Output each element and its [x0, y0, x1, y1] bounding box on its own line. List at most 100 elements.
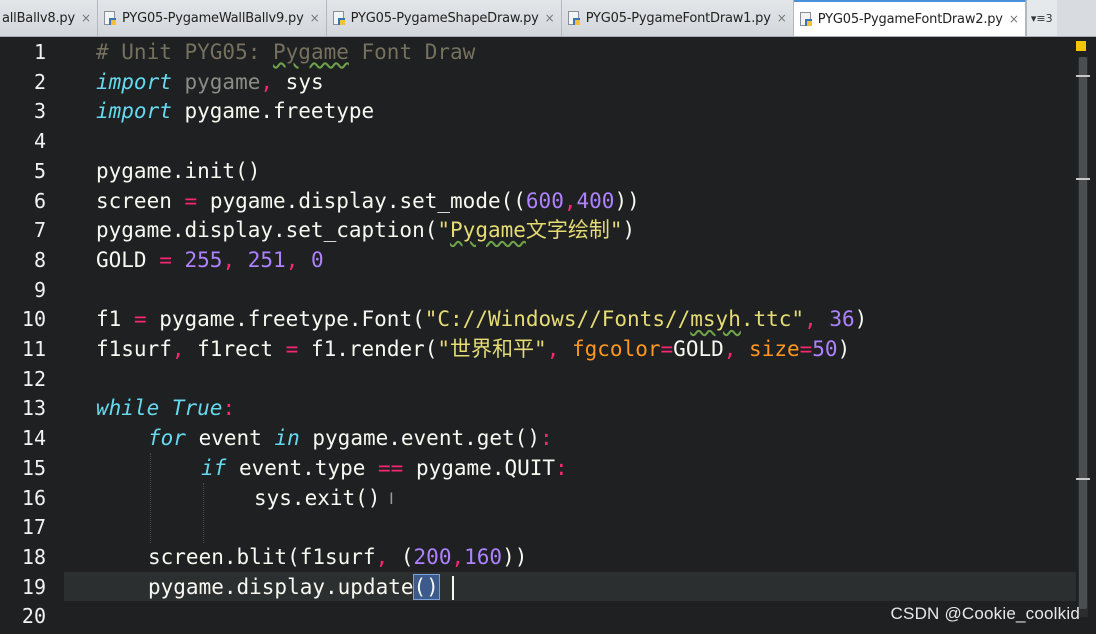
- code-line-2: import pygame, sys: [96, 68, 324, 98]
- punctuation: ,: [375, 544, 389, 569]
- line-number: 8: [33, 247, 46, 272]
- punctuation: :: [222, 396, 236, 421]
- comment: Font Draw: [348, 40, 476, 64]
- code-text: sys.exit(): [254, 485, 381, 510]
- number: 0: [298, 247, 324, 272]
- keyword-argument: fgcolor: [559, 337, 661, 361]
- punctuation: ,: [563, 188, 577, 213]
- keyword: if: [201, 455, 227, 480]
- punctuation: ,: [451, 544, 465, 569]
- code-text: f1rect: [184, 337, 286, 361]
- line-number: 6: [33, 188, 46, 213]
- code-text: pygame.display.update: [148, 574, 414, 599]
- code-text: f1surf: [96, 337, 172, 361]
- code-line-14: for event in pygame.event.get():: [148, 424, 553, 454]
- code-text: event.type: [226, 455, 379, 480]
- string: 文字绘制": [525, 218, 623, 243]
- operator: =: [799, 337, 813, 361]
- code-line-11: f1surf, f1rect = f1.render("世界和平", fgcol…: [96, 335, 850, 365]
- operator: =: [159, 247, 172, 272]
- keyword: in: [274, 426, 300, 451]
- code-text: (: [388, 544, 414, 569]
- code-text: screen.blit(f1surf: [148, 544, 376, 569]
- line-number: 15: [21, 455, 46, 480]
- punctuation: ,: [171, 337, 185, 361]
- code-line-19: pygame.display.update(): [148, 573, 440, 603]
- string: ": [437, 218, 451, 243]
- string: Pygame: [450, 218, 526, 243]
- comment: Pygame: [273, 40, 349, 64]
- python-file-icon: [799, 11, 813, 27]
- number: 400: [576, 188, 615, 213]
- tab-label: allBallv8.py: [2, 10, 75, 26]
- code-line-16: sys.exit(): [254, 484, 380, 514]
- number: 255: [171, 247, 223, 272]
- code-line-15: if event.type == pygame.QUIT:: [201, 454, 568, 484]
- code-text: )): [502, 544, 528, 569]
- tab-fontdraw2[interactable]: PYG05-PygameFontDraw2.py ×: [793, 0, 1026, 36]
- line-number: 18: [21, 544, 46, 569]
- line-number: 5: [33, 158, 46, 183]
- line-number: 10: [21, 307, 46, 332]
- string: "C://Windows//Fonts//: [424, 307, 691, 332]
- line-number: 11: [21, 337, 46, 361]
- number: 251: [235, 247, 286, 272]
- close-icon[interactable]: ×: [777, 11, 787, 25]
- code-line-5: pygame.init(): [96, 157, 260, 187]
- operator: =: [285, 337, 299, 361]
- code-text: pygame.init(): [96, 158, 261, 183]
- module-name: pygame: [171, 69, 261, 94]
- scrollbar-marker[interactable]: [1076, 478, 1090, 480]
- scrollbar-marker[interactable]: [1076, 178, 1090, 180]
- code-line-3: import pygame.freetype: [96, 97, 374, 127]
- punctuation: ,: [260, 69, 274, 94]
- python-file-icon: [567, 10, 581, 26]
- line-number-gutter: 1 2 3 4 5 6 7 8 9 10 11 12 13 14 15 16 1…: [0, 37, 64, 634]
- line-number: 12: [21, 366, 46, 391]
- code-text: pygame.display.set_mode((: [197, 188, 526, 213]
- punctuation: :: [539, 426, 553, 451]
- tab-overflow-menu[interactable]: ▾≡3: [1025, 0, 1057, 36]
- close-icon[interactable]: ×: [1009, 12, 1019, 26]
- tab-shapedraw[interactable]: PYG05-PygameShapeDraw.py ×: [326, 0, 562, 36]
- code-text: pygame.display.set_caption(: [96, 218, 438, 243]
- matched-parentheses: (): [412, 573, 440, 600]
- scrollbar-marker[interactable]: [1076, 75, 1090, 77]
- number: 600: [525, 188, 564, 213]
- code-text: f1: [96, 307, 134, 332]
- indent-guide: [203, 483, 205, 543]
- tab-fontdraw1[interactable]: PYG05-PygameFontDraw1.py ×: [561, 0, 794, 36]
- close-icon[interactable]: ×: [81, 11, 91, 25]
- line-number: 14: [21, 426, 46, 451]
- keyword: import: [96, 69, 172, 94]
- vertical-scrollbar-thumb[interactable]: [1079, 57, 1087, 609]
- tab-wallballv9[interactable]: PYG05-PygameWallBallv9.py ×: [98, 0, 327, 36]
- line-number: 17: [21, 515, 46, 540]
- operator: =: [660, 337, 674, 361]
- code-editor[interactable]: 1 2 3 4 5 6 7 8 9 10 11 12 13 14 15 16 1…: [0, 37, 1096, 634]
- keyword: while: [96, 396, 160, 421]
- keyword: True: [159, 396, 223, 421]
- punctuation: ,: [222, 247, 236, 272]
- line-number: 19: [21, 574, 46, 599]
- indent-guide: [150, 453, 152, 543]
- keyword-argument: size: [736, 337, 800, 361]
- code-text: ): [622, 218, 636, 243]
- line-number: 1: [33, 40, 46, 64]
- mouse-ibeam-cursor-icon: I: [389, 489, 394, 508]
- code-text: pygame.QUIT: [403, 455, 556, 480]
- code-line-7: pygame.display.set_caption("Pygame文字绘制"): [96, 216, 635, 246]
- close-icon[interactable]: ×: [310, 11, 320, 25]
- close-icon[interactable]: ×: [545, 11, 555, 25]
- punctuation: ,: [723, 337, 737, 361]
- code-line-1: # Unit PYG05: Pygame Font Draw: [96, 38, 475, 68]
- number: 50: [812, 337, 838, 361]
- line-number: 3: [33, 99, 46, 124]
- line-number: 4: [33, 129, 46, 154]
- code-text: pygame.event.get(): [299, 426, 540, 451]
- string: "世界和平": [437, 337, 547, 361]
- tab-wallballv8[interactable]: allBallv8.py ×: [0, 0, 99, 36]
- analysis-status-marker-icon[interactable]: [1076, 41, 1086, 51]
- operator: =: [133, 307, 147, 332]
- operator: ==: [378, 455, 404, 480]
